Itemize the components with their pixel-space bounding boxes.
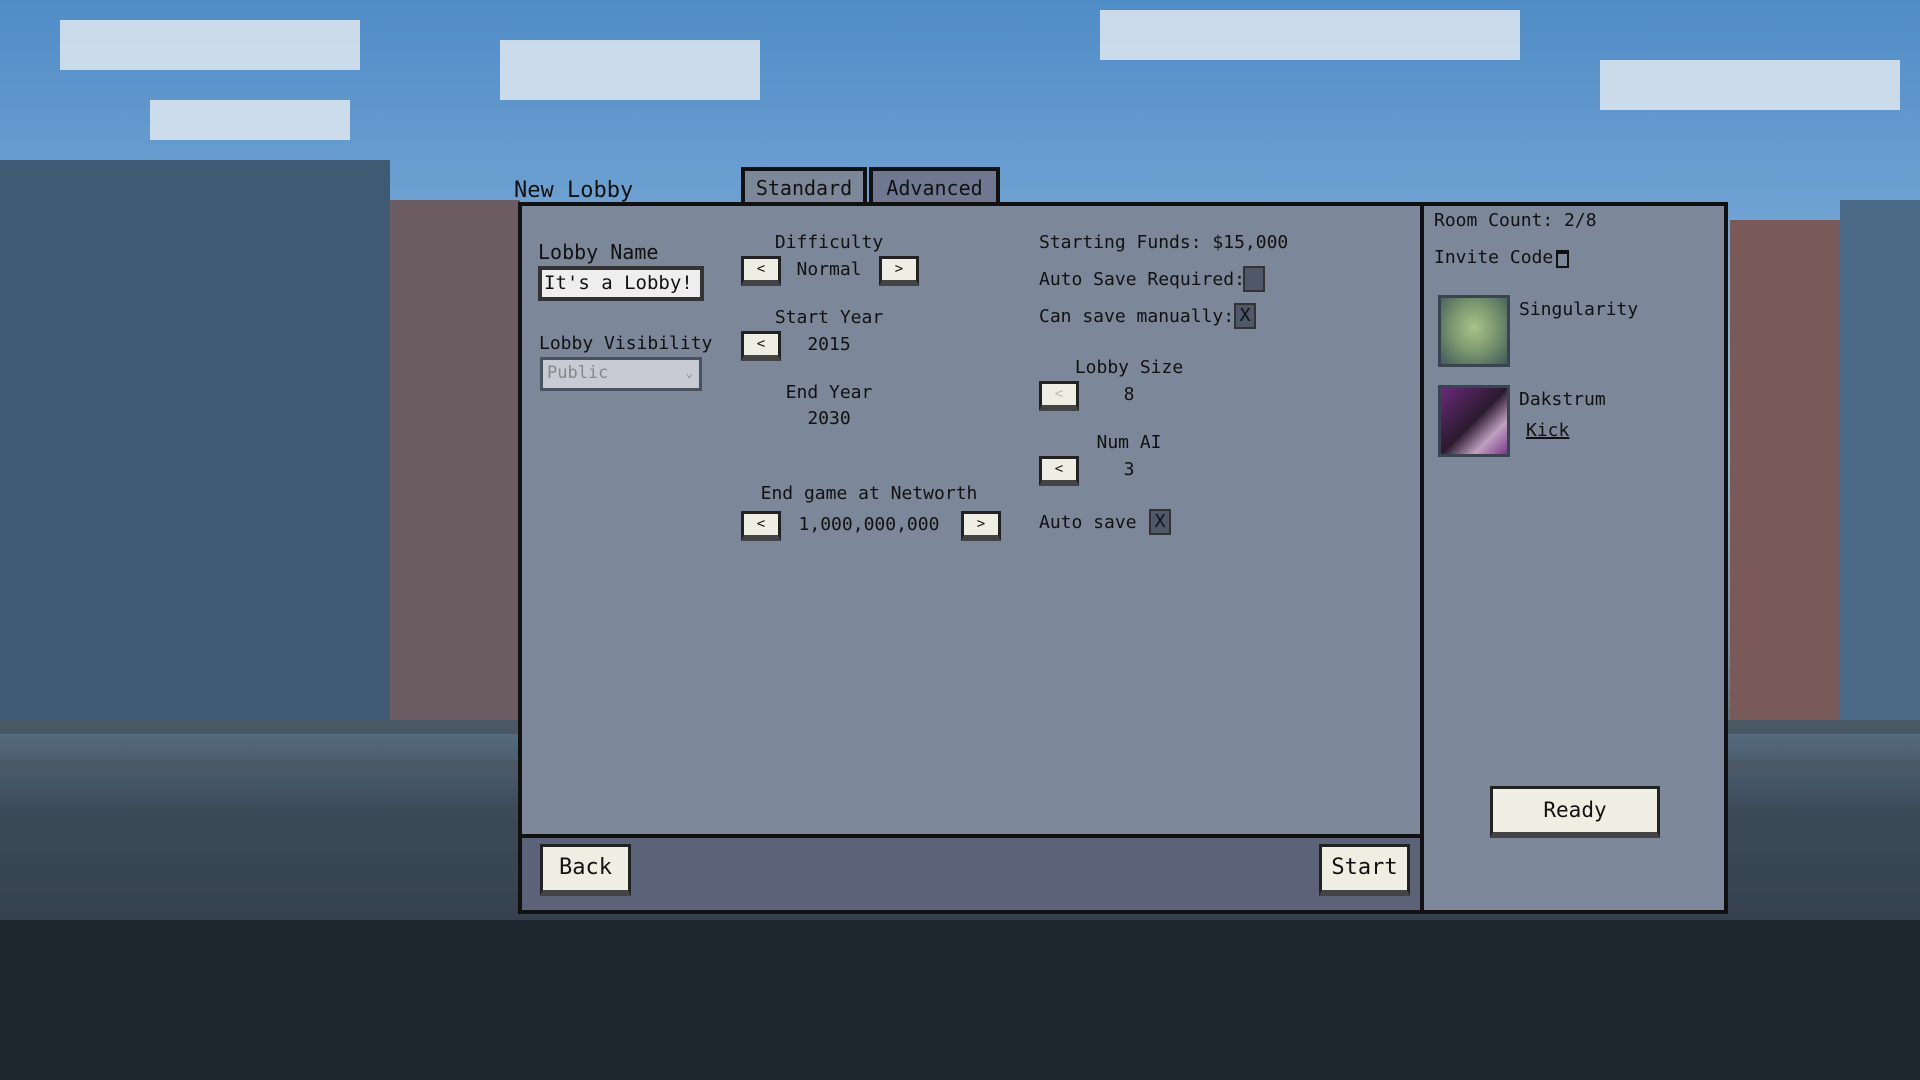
networth-prev-button[interactable]: < <box>741 511 781 541</box>
end-year-label: End Year <box>785 382 873 403</box>
ready-button[interactable]: Ready <box>1490 786 1660 838</box>
tab-advanced[interactable]: Advanced <box>869 167 1000 206</box>
start-year-label: Start Year <box>774 307 884 328</box>
player-name: Singularity <box>1519 299 1639 320</box>
networth-next-button[interactable]: > <box>961 511 1001 541</box>
kick-link[interactable]: Kick <box>1526 420 1569 441</box>
difficulty-next-button[interactable]: > <box>879 256 919 286</box>
clipboard-icon[interactable] <box>1556 250 1569 268</box>
footer-bar <box>518 834 1424 914</box>
num-ai-label: Num AI <box>1096 432 1162 453</box>
visibility-value: Public <box>547 363 609 383</box>
back-button[interactable]: Back <box>540 844 631 896</box>
chevron-down-icon: ⌄ <box>685 366 693 380</box>
auto-save-label: Auto save <box>1039 512 1137 533</box>
lobby-name-input[interactable]: It's a Lobby! <box>538 266 704 301</box>
lobby-size-label: Lobby Size <box>1074 357 1184 378</box>
networth-label: End game at Networth <box>760 483 978 504</box>
lobby-size-value: 8 <box>1123 384 1135 405</box>
starting-funds: Starting Funds: $15,000 <box>1039 232 1289 253</box>
start-year-value: 2015 <box>807 334 851 355</box>
start-button[interactable]: Start <box>1319 844 1410 896</box>
can-save-manually-label: Can save manually: <box>1039 306 1235 327</box>
difficulty-label: Difficulty <box>774 232 884 253</box>
room-count: Room Count: 2/8 <box>1434 210 1597 231</box>
player-name: Dakstrum <box>1519 389 1606 410</box>
end-year-value: 2030 <box>807 408 851 429</box>
lobby-visibility-label: Lobby Visibility <box>539 333 713 354</box>
page-title: New Lobby <box>514 178 634 203</box>
settings-panel <box>518 202 1424 914</box>
can-save-manually-checkbox[interactable]: X <box>1234 303 1256 329</box>
avatar-singularity <box>1438 295 1510 367</box>
visibility-select[interactable]: Public ⌄ <box>540 357 702 391</box>
networth-value: 1,000,000,000 <box>798 514 940 535</box>
avatar-dakstrum <box>1438 385 1510 457</box>
lobby-name-label: Lobby Name <box>538 240 659 264</box>
invite-code-label: Invite Code <box>1434 247 1554 268</box>
auto-save-checkbox[interactable]: X <box>1149 509 1171 535</box>
num-ai-value: 3 <box>1123 459 1135 480</box>
tab-standard[interactable]: Standard <box>741 167 867 206</box>
auto-save-required-checkbox[interactable] <box>1243 266 1265 292</box>
auto-save-required-label: Auto Save Required: <box>1039 269 1245 290</box>
